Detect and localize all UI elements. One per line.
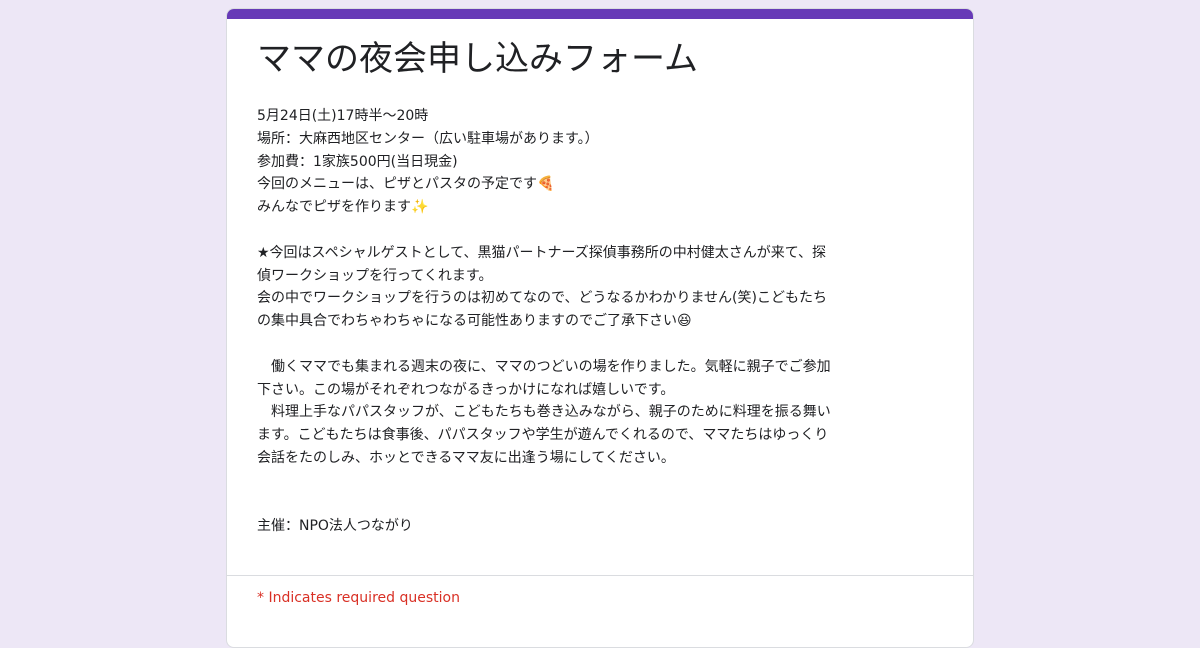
guest-text-line: ★今回はスペシャルゲストとして、黒猫パートナーズ探偵事務所の中村健太さんが来て、…: [257, 244, 827, 261]
event-location: 場所：大麻西地区センター（広い駐車場があります。）: [257, 130, 599, 147]
intro-text-line: ます。こどもたちは食事後、パパスタッフや学生が遊んでくれるので、ママたちはゆっく…: [257, 427, 829, 444]
form-title: ママの夜会申し込みフォーム: [257, 39, 698, 79]
event-pizza-note: みんなでピザを作ります✨: [257, 199, 429, 216]
form-header-card: ママの夜会申し込みフォーム 5月24日(土)17時半～20時 場所：大麻西地区セ…: [226, 8, 974, 648]
event-menu: 今回のメニューは、ピザとパスタの予定です🍕: [257, 176, 555, 193]
intro-text-line: 料理上手なパパスタッフが、こどもたちも巻き込みながら、親子のために料理を振る舞い: [257, 404, 831, 421]
required-question-note: * Indicates required question: [257, 590, 460, 606]
intro-text-line: 会話をたのしみ、ホッとできるママ友に出逢う場にしてください。: [257, 449, 675, 466]
event-date-time: 5月24日(土)17時半～20時: [257, 108, 429, 124]
form-description: 5月24日(土)17時半～20時 場所：大麻西地区センター（広い駐車場があります…: [257, 105, 957, 538]
organizer: 主催：NPO法人つながり: [257, 518, 413, 535]
guest-text-line: 偵ワークショップを行ってくれます。: [257, 267, 493, 284]
intro-text-line: 働くママでも集まれる週末の夜に、ママのつどいの場を作りました。気軽に親子でご参加: [257, 358, 831, 375]
workshop-text-line: 会の中でワークショップを行うのは初めてなので、どうなるかわかりません(笑)こども…: [257, 290, 827, 307]
workshop-text-line: の集中具合でわちゃわちゃになる可能性ありますのでご了承下さい😆: [257, 313, 692, 330]
intro-text-line: 下さい。この場がそれぞれつながるきっかけになれば嬉しいです。: [257, 381, 675, 398]
header-divider: [227, 575, 973, 576]
event-fee: 参加費：1家族500円(当日現金): [257, 153, 458, 170]
form-accent-bar: [227, 9, 973, 19]
